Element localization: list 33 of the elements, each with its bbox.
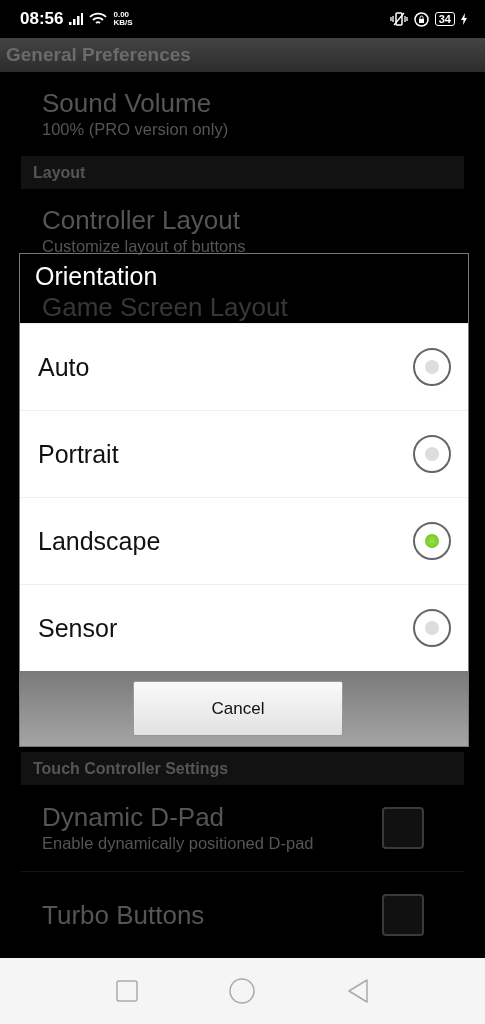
signal-icon [69, 13, 84, 25]
orientation-option[interactable]: Landscape [20, 497, 468, 584]
preference-title: Sound Volume [42, 88, 213, 118]
preference-title: Controller Layout [42, 205, 241, 235]
section-title: Layout [33, 163, 86, 182]
dialog-title: Orientation [35, 262, 158, 290]
speed-unit: KB/S [113, 19, 133, 27]
back-icon[interactable] [347, 979, 370, 1003]
preference-summary: Enable dynamically positioned D-pad [42, 833, 315, 854]
preference-title: Dynamic D-Pad [42, 802, 226, 832]
checkbox[interactable] [382, 807, 424, 849]
status-time: 08:56 [20, 9, 64, 29]
preference-summary: 100% (PRO version only) [42, 119, 230, 140]
vibrate-icon [389, 12, 408, 26]
cancel-button[interactable]: Cancel [133, 681, 343, 736]
radio-button[interactable] [413, 522, 451, 560]
home-icon[interactable] [229, 978, 256, 1004]
orientation-option[interactable]: Sensor [20, 584, 468, 671]
rotation-lock-icon [413, 11, 429, 27]
radio-button[interactable] [413, 435, 451, 473]
square-icon[interactable] [115, 980, 138, 1002]
section-title: Touch Controller Settings [33, 759, 229, 778]
orientation-option[interactable]: Auto [20, 323, 468, 410]
radio-button[interactable] [413, 609, 451, 647]
preference-title: Turbo Buttons [42, 900, 206, 930]
preference-summary: Customize layout of buttons [42, 236, 247, 257]
orientation-option[interactable]: Portrait [20, 410, 468, 497]
charging-icon [461, 13, 467, 25]
checkbox[interactable] [382, 894, 424, 936]
radio-button[interactable] [413, 348, 451, 386]
battery-level: 34 [434, 12, 455, 26]
wifi-icon [89, 12, 108, 26]
speed-value: 0.00 [113, 11, 131, 19]
